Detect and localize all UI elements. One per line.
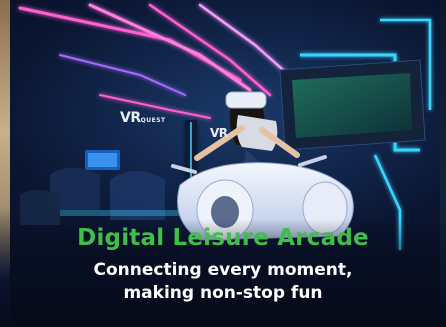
vr-headset-icon (225, 91, 267, 109)
left-vr-machines (20, 150, 180, 225)
banner-subtitle: Connecting every moment, making non-stop… (0, 259, 446, 305)
vr-quest-sign: VRQUEST (120, 110, 166, 126)
vr-sign-secondary: VR (210, 126, 228, 140)
vr-secondary-sign: VR (210, 126, 228, 140)
neon-stripe (59, 54, 186, 96)
arcade-banner: VRQUEST VR Digital Leisure Arcade Connec… (0, 0, 446, 327)
banner-title: Digital Leisure Arcade (77, 225, 369, 251)
machine-canopy (279, 59, 426, 151)
vr-sign-main: VR (120, 110, 141, 126)
subtitle-line-2: making non-stop fun (123, 283, 323, 303)
neon-stripe (148, 3, 272, 97)
vr-sign-small: QUEST (140, 117, 166, 124)
subtitle-line-1: Connecting every moment, (93, 260, 353, 280)
